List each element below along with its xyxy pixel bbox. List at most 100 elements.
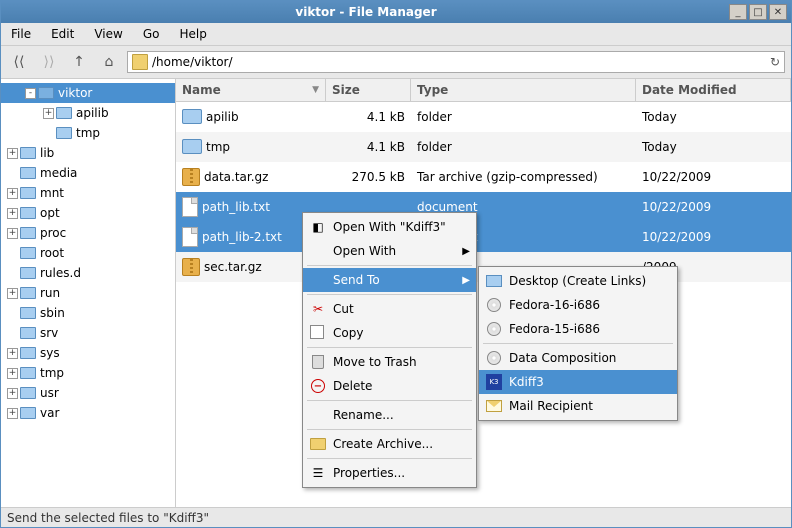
expander-icon[interactable]: + <box>43 108 54 119</box>
tree-item-usr[interactable]: +usr <box>1 383 175 403</box>
expander-icon[interactable]: + <box>7 348 18 359</box>
tree-item-mnt[interactable]: + mnt <box>1 183 175 203</box>
menu-edit[interactable]: Edit <box>47 25 78 43</box>
tree-item-media[interactable]: media <box>1 163 175 183</box>
menu-go[interactable]: Go <box>139 25 164 43</box>
folder-icon <box>20 407 36 419</box>
send-to-submenu: Desktop (Create Links) Fedora-16-i686 Fe… <box>478 266 678 421</box>
ctx-copy[interactable]: Copy <box>303 321 476 345</box>
tree-item-srv[interactable]: srv <box>1 323 175 343</box>
file-row[interactable]: apilib4.1 kBfolderToday <box>176 102 791 132</box>
folder-icon <box>56 107 72 119</box>
expander-icon[interactable]: + <box>7 408 18 419</box>
reload-icon[interactable]: ↻ <box>770 55 780 69</box>
file-size: 4.1 kB <box>326 110 411 124</box>
location-input[interactable] <box>152 55 766 69</box>
ctx-rename[interactable]: Rename... <box>303 403 476 427</box>
toolbar: ⟨⟨ ⟩⟩ ↑ ⌂ ↻ <box>1 46 791 79</box>
file-row[interactable]: path_lib.txtdocument10/22/2009 <box>176 192 791 222</box>
sendto-fedora16[interactable]: Fedora-16-i686 <box>479 293 677 317</box>
menu-help[interactable]: Help <box>175 25 210 43</box>
cd-icon <box>485 349 503 367</box>
minimize-button[interactable]: _ <box>729 4 747 20</box>
expander-icon[interactable]: + <box>7 188 18 199</box>
forward-button[interactable]: ⟩⟩ <box>37 50 61 74</box>
kdiff3-icon: K3 <box>485 373 503 391</box>
delete-icon: − <box>309 377 327 395</box>
menu-view[interactable]: View <box>90 25 126 43</box>
tree-item-run[interactable]: +run <box>1 283 175 303</box>
folder-icon <box>20 207 36 219</box>
ctx-properties[interactable]: ☰ Properties... <box>303 461 476 485</box>
col-size[interactable]: Size <box>326 79 411 101</box>
file-row[interactable]: data.tar.gz270.5 kBTar archive (gzip-com… <box>176 162 791 192</box>
menu-file[interactable]: File <box>7 25 35 43</box>
statusbar: Send the selected files to "Kdiff3" <box>1 507 791 527</box>
col-type[interactable]: Type <box>411 79 636 101</box>
archive-icon <box>182 258 200 276</box>
expander-icon[interactable]: + <box>7 288 18 299</box>
sendto-kdiff3[interactable]: K3 Kdiff3 <box>479 370 677 394</box>
close-button[interactable]: ✕ <box>769 4 787 20</box>
location-bar[interactable]: ↻ <box>127 51 785 73</box>
expander-icon[interactable]: + <box>7 368 18 379</box>
expander-icon[interactable]: + <box>7 208 18 219</box>
tree-item-var[interactable]: + var <box>1 403 175 423</box>
folder-icon <box>20 187 36 199</box>
tree-item-apilib[interactable]: +apilib <box>1 103 175 123</box>
ctx-open-with-kdiff3[interactable]: ◧ Open With "Kdiff3" <box>303 215 476 239</box>
tree-item-viktor[interactable]: -viktor <box>1 83 175 103</box>
expander-icon[interactable]: + <box>7 228 18 239</box>
tree-item-proc[interactable]: +proc <box>1 223 175 243</box>
col-date[interactable]: Date Modified <box>636 79 791 101</box>
home-button[interactable]: ⌂ <box>97 50 121 74</box>
maximize-button[interactable]: □ <box>749 4 767 20</box>
tree-label: sbin <box>40 306 65 320</box>
properties-icon: ☰ <box>309 464 327 482</box>
tree-item-sys[interactable]: +sys <box>1 343 175 363</box>
ctx-move-to-trash[interactable]: Move to Trash <box>303 350 476 374</box>
expander-icon <box>7 308 18 319</box>
sendto-data-composition[interactable]: Data Composition <box>479 346 677 370</box>
tree-label: tmp <box>40 366 64 380</box>
ctx-send-to[interactable]: Send To ▶ <box>303 268 476 292</box>
sidebar-tree[interactable]: -viktor+apilibtmp+libmedia+mnt+opt+procr… <box>1 79 176 507</box>
sendto-desktop[interactable]: Desktop (Create Links) <box>479 269 677 293</box>
ctx-open-with[interactable]: Open With ▶ <box>303 239 476 263</box>
tree-item-tmp[interactable]: + tmp <box>1 363 175 383</box>
folder-icon <box>132 54 148 70</box>
tree-label: rules.d <box>40 266 81 280</box>
titlebar[interactable]: viktor - File Manager _ □ ✕ <box>1 1 791 23</box>
folder-icon <box>20 347 36 359</box>
back-button[interactable]: ⟨⟨ <box>7 50 31 74</box>
folder-icon <box>56 127 72 139</box>
separator <box>483 343 673 344</box>
tree-label: var <box>40 406 59 420</box>
tree-item-lib[interactable]: +lib <box>1 143 175 163</box>
file-row[interactable]: path_lib-2.txtdocument10/22/2009 <box>176 222 791 252</box>
tree-item-root[interactable]: root <box>1 243 175 263</box>
folder-icon <box>20 167 36 179</box>
cd-icon <box>485 320 503 338</box>
expander-icon[interactable]: + <box>7 388 18 399</box>
up-button[interactable]: ↑ <box>67 50 91 74</box>
separator <box>307 400 472 401</box>
sendto-fedora15[interactable]: Fedora-15-i686 <box>479 317 677 341</box>
tree-item-tmp[interactable]: tmp <box>1 123 175 143</box>
tree-label: mnt <box>40 186 64 200</box>
folder-icon <box>20 287 36 299</box>
col-name[interactable]: Name▼ <box>176 79 326 101</box>
ctx-create-archive[interactable]: Create Archive... <box>303 432 476 456</box>
sendto-mail[interactable]: Mail Recipient <box>479 394 677 418</box>
tree-item-rules.d[interactable]: rules.d <box>1 263 175 283</box>
tree-item-sbin[interactable]: sbin <box>1 303 175 323</box>
expander-icon[interactable]: + <box>7 148 18 159</box>
tree-item-opt[interactable]: +opt <box>1 203 175 223</box>
file-row[interactable]: tmp4.1 kBfolderToday <box>176 132 791 162</box>
tree-label: media <box>40 166 77 180</box>
ctx-cut[interactable]: ✂ Cut <box>303 297 476 321</box>
expander-icon[interactable]: - <box>25 88 36 99</box>
ctx-delete[interactable]: − Delete <box>303 374 476 398</box>
app-icon: ◧ <box>309 218 327 236</box>
file-name: sec.tar.gz <box>204 260 262 274</box>
